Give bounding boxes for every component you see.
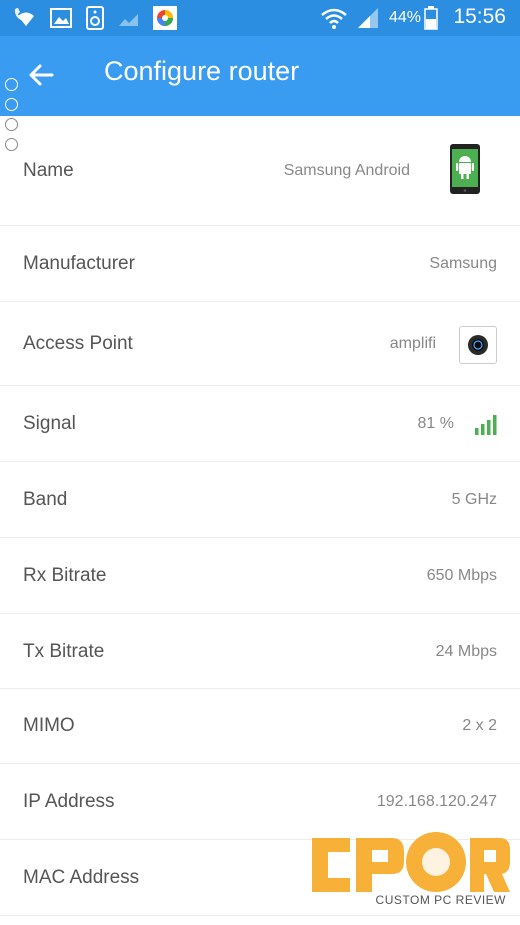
row-value: 2 x 2 <box>462 717 497 734</box>
row-value: 5 GHz <box>451 491 497 508</box>
row-label: Band <box>23 489 68 510</box>
row-label: Name <box>23 160 74 181</box>
row-label: MIMO <box>23 715 75 736</box>
app-bar: Configure router <box>0 36 520 116</box>
row-name: Name Samsung Android <box>0 116 520 226</box>
row-label: Tx Bitrate <box>23 641 105 662</box>
status-bar: 44% 15:56 <box>0 0 520 36</box>
speaker-icon <box>86 6 104 30</box>
overlay-dot[interactable] <box>5 98 18 111</box>
row-value: Samsung <box>429 255 497 272</box>
signal-bars-icon <box>475 415 497 435</box>
row-label: Access Point <box>23 333 133 354</box>
android-phone-icon <box>450 144 480 194</box>
row-tx-bitrate: Tx Bitrate 24 Mbps <box>0 614 520 689</box>
arrow-left-icon[interactable] <box>26 60 56 90</box>
cell-signal-icon <box>358 8 378 28</box>
amplifi-router-icon <box>459 326 497 364</box>
row-label: Signal <box>23 413 76 434</box>
row-mimo: MIMO 2 x 2 <box>0 689 520 764</box>
row-value: 24 Mbps <box>435 643 497 660</box>
battery-icon <box>424 6 438 30</box>
overlay-dot[interactable] <box>5 78 18 91</box>
row-label: MAC Address <box>23 867 140 888</box>
wifi-icon <box>321 8 347 29</box>
signal-weak-icon <box>119 14 138 26</box>
row-manufacturer: Manufacturer Samsung <box>0 226 520 302</box>
row-band: Band 5 GHz <box>0 462 520 538</box>
page-title: Configure router <box>104 56 300 86</box>
row-access-point: Access Point amplifi <box>0 302 520 386</box>
watermark-caption: CUSTOM PC REVIEW <box>375 893 506 907</box>
row-value: 192.168.120.247 <box>376 793 497 810</box>
row-value: 650 Mbps <box>426 567 497 584</box>
row-value: Samsung Android <box>283 162 410 179</box>
wifi-calling-icon <box>14 8 34 26</box>
clock: 15:56 <box>453 5 506 28</box>
row-label: Manufacturer <box>23 253 135 274</box>
row-rx-bitrate: Rx Bitrate 650 Mbps <box>0 538 520 614</box>
battery-percent: 44% <box>389 9 422 26</box>
row-value: 81 % <box>417 415 454 432</box>
row-signal: Signal 81 % <box>0 386 520 462</box>
row-label: IP Address <box>23 791 115 812</box>
photos-app-icon <box>153 6 177 30</box>
gallery-icon <box>50 8 72 28</box>
row-label: Rx Bitrate <box>23 565 107 586</box>
row-value: amplifi <box>389 335 436 352</box>
